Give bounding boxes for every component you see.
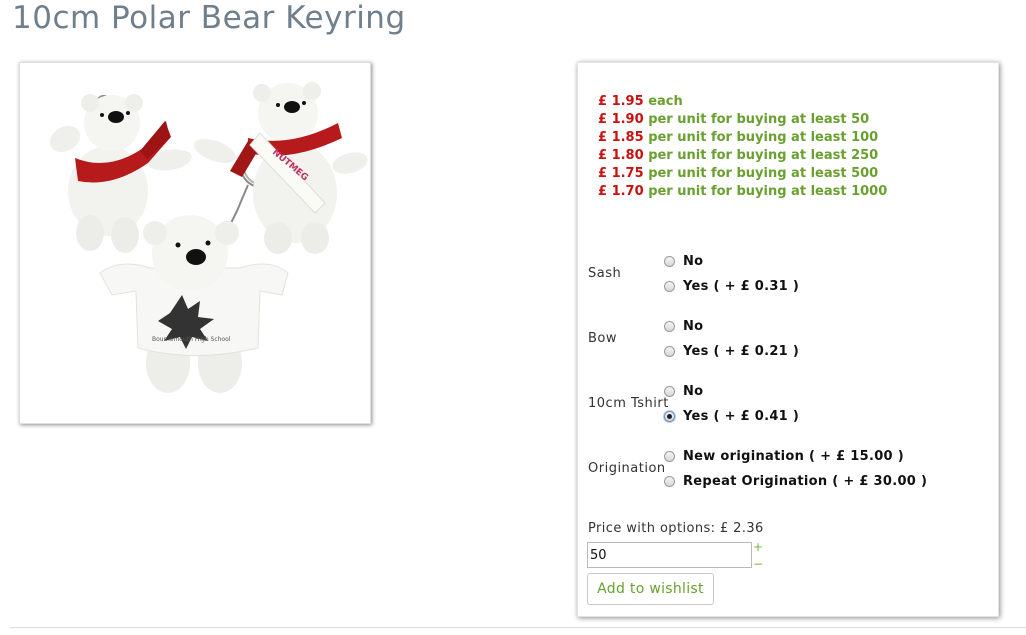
- option-origination-new[interactable]: New origination ( + £ 15.00 ): [664, 446, 904, 466]
- option-text: Yes ( + £ 0.21 ): [683, 343, 800, 359]
- price-tier: £ 1.70 per unit for buying at least 1000: [598, 184, 888, 199]
- quantity-input[interactable]: [587, 542, 752, 568]
- option-bow-yes[interactable]: Yes ( + £ 0.21 ): [664, 341, 799, 361]
- divider: [10, 627, 1026, 628]
- price-with-options: Price with options: £ 2.36: [588, 521, 764, 536]
- page-title: 10cm Polar Bear Keyring: [12, 0, 406, 36]
- price-tier: £ 1.75 per unit for buying at least 500: [598, 166, 879, 181]
- quantity-minus-icon[interactable]: −: [753, 558, 763, 570]
- option-sash-yes[interactable]: Yes ( + £ 0.31 ): [664, 276, 799, 296]
- option-sash-no[interactable]: No: [664, 251, 703, 271]
- option-label-tshirt: 10cm Tshirt: [588, 396, 669, 411]
- svg-text:Bournemouth High School: Bournemouth High School: [152, 336, 231, 343]
- option-text: New origination ( + £ 15.00 ): [683, 448, 904, 464]
- radio-tshirt-yes[interactable]: [664, 410, 675, 422]
- radio-sash-yes[interactable]: [664, 280, 675, 292]
- radio-origination-repeat[interactable]: [664, 475, 675, 487]
- radio-bow-yes[interactable]: [664, 345, 675, 357]
- price-tier-list: £ 1.95 each £ 1.90 per unit for buying a…: [598, 93, 887, 201]
- option-text: Yes ( + £ 0.31 ): [683, 278, 800, 294]
- price-tier: £ 1.85 per unit for buying at least 100: [598, 130, 879, 145]
- option-tshirt-yes[interactable]: Yes ( + £ 0.41 ): [664, 406, 799, 426]
- radio-bow-no[interactable]: [664, 320, 675, 332]
- price-tier: £ 1.90 per unit for buying at least 50: [598, 112, 870, 127]
- option-text: No: [683, 253, 704, 269]
- option-label-sash: Sash: [588, 266, 622, 281]
- radio-origination-new[interactable]: [664, 450, 675, 462]
- option-label-origination: Origination: [588, 461, 666, 476]
- option-text: No: [683, 383, 704, 399]
- radio-sash-no[interactable]: [664, 255, 675, 267]
- option-text: Repeat Origination ( + £ 30.00 ): [683, 473, 928, 489]
- polar-bear-keyrings-photo: NUTMEG Bournemouth High School: [20, 63, 370, 423]
- option-text: Yes ( + £ 0.41 ): [683, 408, 800, 424]
- price-tier: £ 1.80 per unit for buying at least 250: [598, 148, 879, 163]
- option-bow-no[interactable]: No: [664, 316, 703, 336]
- option-label-bow: Bow: [588, 331, 618, 346]
- radio-tshirt-no[interactable]: [664, 385, 675, 397]
- quantity-plus-icon[interactable]: +: [753, 541, 763, 553]
- option-text: No: [683, 318, 704, 334]
- option-origination-repeat[interactable]: Repeat Origination ( + £ 30.00 ): [664, 471, 927, 491]
- add-to-wishlist-button[interactable]: Add to wishlist: [587, 573, 714, 605]
- product-image[interactable]: NUTMEG Bournemouth High School: [19, 62, 371, 424]
- option-tshirt-no[interactable]: No: [664, 381, 703, 401]
- product-options-panel: £ 1.95 each £ 1.90 per unit for buying a…: [577, 62, 999, 617]
- price-tier: £ 1.95 each: [598, 94, 683, 109]
